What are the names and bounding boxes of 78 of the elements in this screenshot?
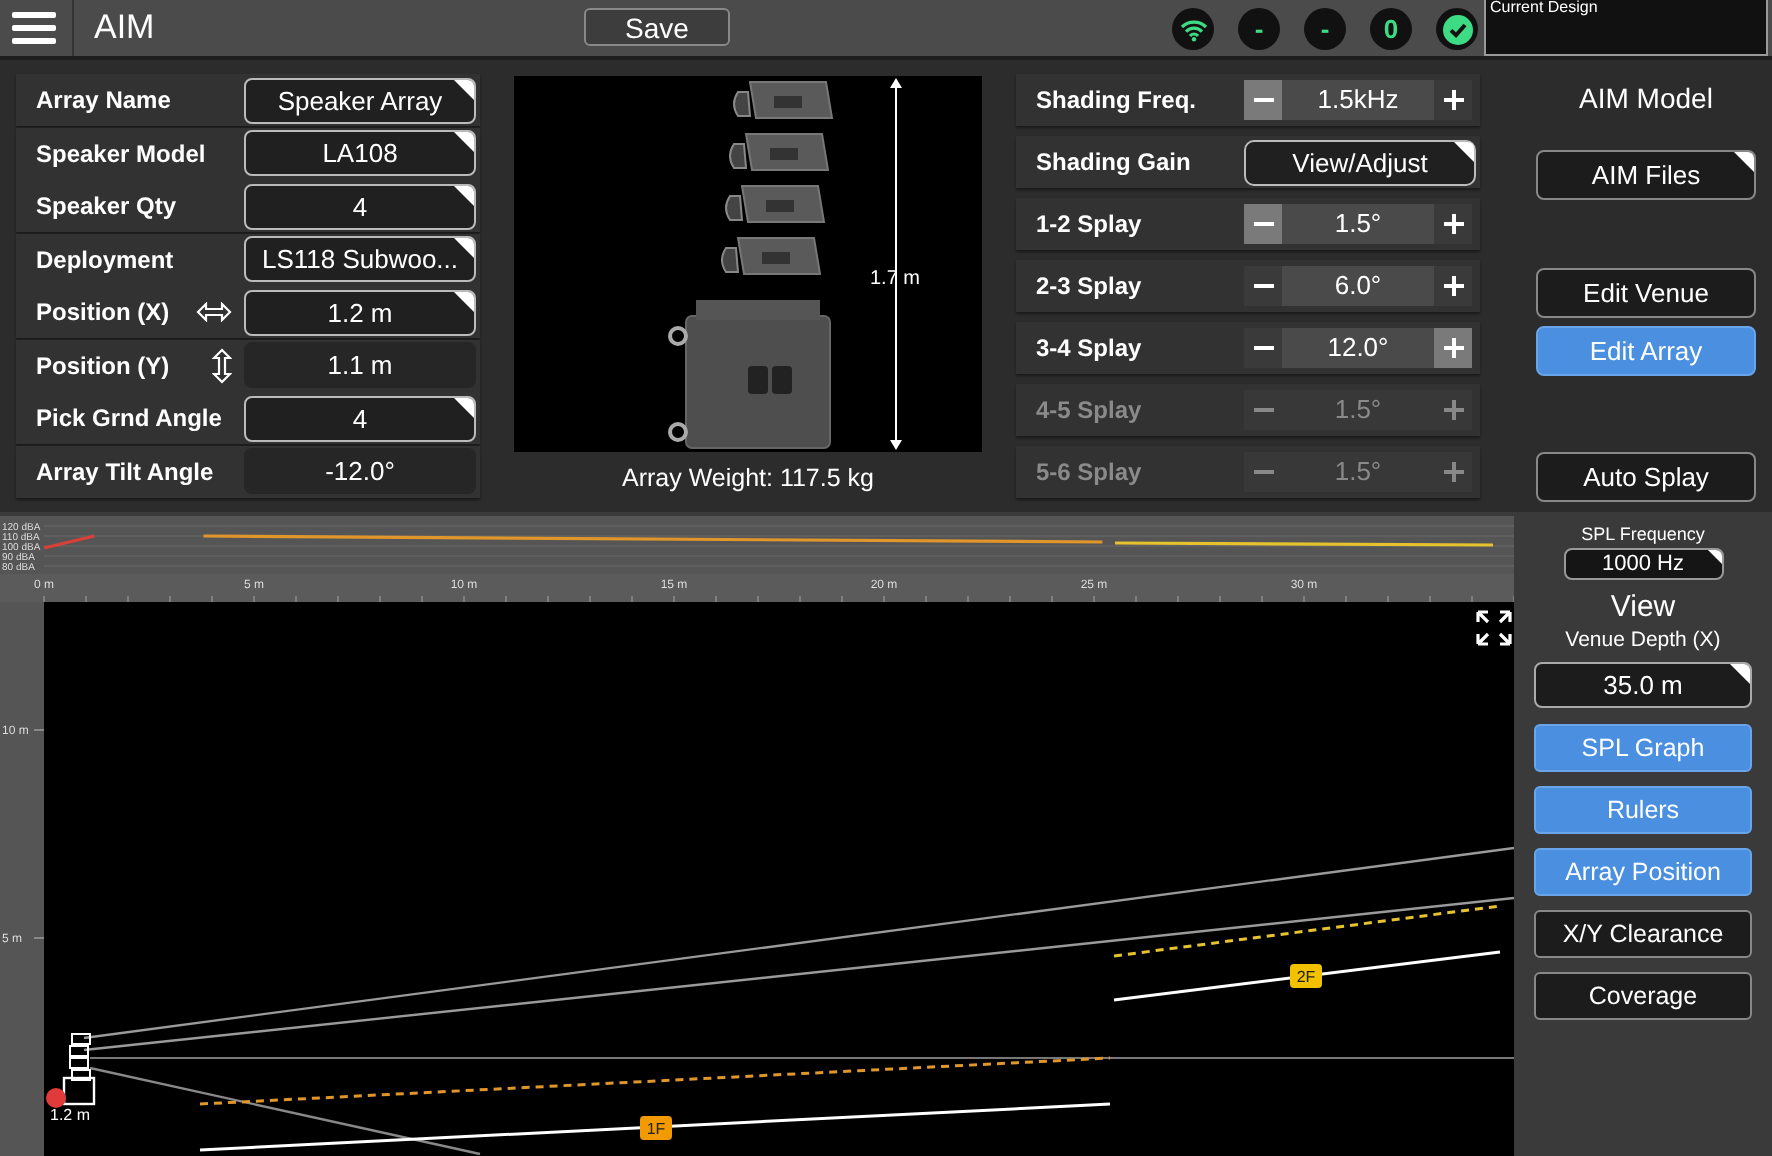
stepper-value: 1.5° xyxy=(1282,452,1434,492)
spl-frequency-label: SPL Frequency xyxy=(1581,524,1705,544)
value-field[interactable]: LS118 Subwoo... xyxy=(244,236,476,282)
plus-icon xyxy=(1443,276,1463,296)
minus-icon xyxy=(1253,346,1273,350)
status-indicator[interactable]: - xyxy=(1238,8,1280,50)
status-indicator[interactable]: 0 xyxy=(1370,8,1412,50)
value-field[interactable]: 4 xyxy=(244,183,476,229)
setting-label: 5-6 Splay xyxy=(1034,458,1144,486)
spl-line xyxy=(43,534,95,550)
minus-icon xyxy=(1253,284,1273,288)
floor-badge: 2F xyxy=(1290,964,1322,988)
value-field[interactable]: 1.2 m xyxy=(244,289,476,335)
setting-label: 3-4 Splay xyxy=(1034,334,1144,362)
stepper-value: 1.5° xyxy=(1282,204,1434,244)
setting-label: Speaker Qty xyxy=(36,192,177,220)
setting-label: Speaker Model xyxy=(36,139,206,167)
setting-label: 1-2 Splay xyxy=(1034,210,1144,238)
setting-label: Position (X) xyxy=(36,298,170,326)
check-icon[interactable] xyxy=(1436,8,1478,50)
setting-label: 2-3 Splay xyxy=(1034,272,1144,300)
status-indicator[interactable]: - xyxy=(1304,8,1346,50)
decrement-button[interactable] xyxy=(1244,328,1282,368)
panel-title: AIM Model xyxy=(1577,82,1715,118)
array-weight: Array Weight: 117.5 kg xyxy=(622,464,874,492)
increment-button[interactable] xyxy=(1434,266,1472,306)
app-title: AIM xyxy=(94,8,155,48)
minus-icon xyxy=(1253,222,1273,226)
frequency-field[interactable]: 1000 Hz xyxy=(1563,548,1723,580)
design-label: Current Design xyxy=(1490,0,1598,16)
position-label: 1.2 m xyxy=(50,1106,91,1124)
plus-icon xyxy=(1443,400,1463,420)
setting-label: Shading Freq. xyxy=(1034,86,1199,114)
horizontal-arrows-icon xyxy=(196,302,232,322)
minus-icon xyxy=(1253,408,1273,412)
value-field[interactable]: 1.1 m xyxy=(244,342,476,388)
minus-icon xyxy=(1253,470,1273,474)
stepper-value: 1.5kHz xyxy=(1282,80,1434,120)
plus-icon xyxy=(1443,214,1463,234)
array-position-marker xyxy=(46,1088,66,1108)
setting-label: 4-5 Splay xyxy=(1034,396,1144,424)
plus-icon xyxy=(1443,90,1463,110)
increment-button[interactable] xyxy=(1434,204,1472,244)
panel-button[interactable]: Edit Venue xyxy=(1536,268,1756,318)
menu-icon[interactable] xyxy=(12,10,56,46)
panel-button[interactable]: Auto Splay xyxy=(1536,452,1756,502)
value-field[interactable]: 4 xyxy=(244,395,476,441)
plus-icon xyxy=(1443,338,1463,358)
value-field[interactable]: -12.0° xyxy=(244,448,476,494)
plus-icon xyxy=(1443,462,1463,482)
setting-label: Deployment xyxy=(36,245,174,273)
view-toggle[interactable]: X/Y Clearance xyxy=(1534,910,1752,958)
setting-label: Array Name xyxy=(36,86,171,114)
fullscreen-icon[interactable] xyxy=(1476,610,1512,646)
view-adjust-button[interactable]: View/Adjust xyxy=(1244,139,1476,185)
venue-depth-field[interactable]: 35.0 m xyxy=(1534,662,1752,708)
value-field[interactable]: LA108 xyxy=(244,130,476,176)
setting-label: Position (Y) xyxy=(36,351,170,379)
save-button[interactable]: Save xyxy=(584,8,730,46)
panel-button[interactable]: AIM Files xyxy=(1536,150,1756,200)
setting-label: Shading Gain xyxy=(1034,148,1193,176)
value-field[interactable]: Speaker Array xyxy=(244,77,476,123)
floor-badge: 1F xyxy=(640,1116,672,1140)
stepper-value: 12.0° xyxy=(1282,328,1434,368)
minus-icon xyxy=(1253,98,1273,102)
stepper-value: 1.5° xyxy=(1282,390,1434,430)
increment-button[interactable] xyxy=(1434,80,1472,120)
speaker-array-drawing xyxy=(62,1033,96,1106)
venue-depth-label: Venue Depth (X) xyxy=(1565,628,1721,652)
design-panel[interactable]: Current Design xyxy=(1484,0,1768,56)
stepper-value: 6.0° xyxy=(1282,266,1434,306)
view-toggle[interactable]: Coverage xyxy=(1534,972,1752,1020)
decrement-button[interactable] xyxy=(1244,266,1282,306)
setting-label: Pick Grnd Angle xyxy=(36,404,222,432)
vertical-arrows-icon xyxy=(212,347,232,383)
panel-title: View xyxy=(1610,590,1676,624)
wifi-icon[interactable] xyxy=(1172,8,1214,50)
setting-label: Array Tilt Angle xyxy=(36,457,214,485)
